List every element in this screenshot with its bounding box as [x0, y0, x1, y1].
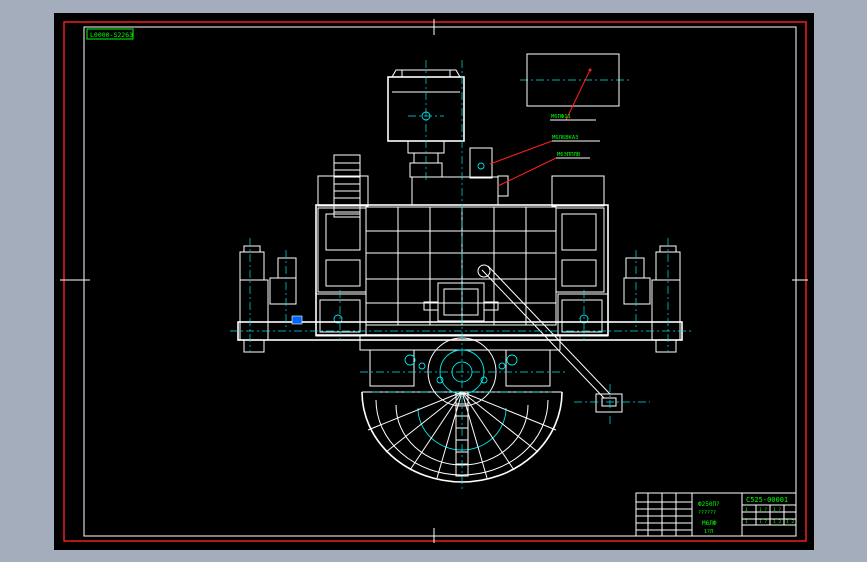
- title-row-b-1: 1: [745, 519, 748, 525]
- gear-reducer: [469, 147, 509, 197]
- cad-viewport[interactable]: L0000-S2263 M6ПФ11 M6Л6ВКАЗ M6ЭППЛВ C525…: [0, 0, 867, 562]
- drawing-code-text: L0000-S2263: [90, 31, 133, 39]
- leader-label-2: M6Л6ВКАЗ: [552, 135, 579, 141]
- title-weight: M6ЛФ: [702, 520, 717, 527]
- centering-marks: [60, 19, 808, 543]
- title-sheet: 1?Л: [704, 529, 713, 535]
- title-scale-line: ??????: [698, 510, 716, 516]
- support-legs: [369, 349, 551, 387]
- drawing-sheet: L0000-S2263 M6ПФ11 M6Л6ВКАЗ M6ЭППЛВ C525…: [54, 13, 814, 550]
- leader-label-3: M6ЭППЛВ: [557, 152, 581, 158]
- tie-rod-arm: [477, 264, 623, 413]
- title-row-a-2: 1 ?: [759, 507, 767, 513]
- leader-lines: M6ПФ11 M6Л6ВКАЗ M6ЭППЛВ: [489, 69, 600, 187]
- title-block: C525-00001 Ф250П? ?????? M6ЛФ 1?Л 1 1 ? …: [635, 492, 797, 537]
- cross-beam: [237, 321, 683, 351]
- drawing-code-box: L0000-S2263: [86, 28, 134, 40]
- title-row-a-1: 1: [745, 507, 748, 513]
- title-row-b-3: 1 2: [773, 519, 781, 525]
- leader-label-1: M6ПФ11: [551, 114, 571, 120]
- drawing-canvas[interactable]: L0000-S2263 M6ПФ11 M6Л6ВКАЗ M6ЭППЛВ C525…: [54, 13, 814, 550]
- title-drawing-no: C525-00001: [746, 496, 788, 504]
- right-outrigger: [623, 245, 681, 353]
- centerlines: [230, 60, 692, 490]
- right-housing: [551, 175, 609, 337]
- title-row-b-2: 1 ?: [759, 519, 767, 525]
- title-row-a-3: 1 ?: [773, 507, 781, 513]
- drawing-border: [63, 21, 807, 542]
- title-row-b-4: 1 2: [786, 519, 794, 525]
- left-outrigger: [239, 245, 303, 353]
- title-material: Ф250П?: [698, 501, 720, 508]
